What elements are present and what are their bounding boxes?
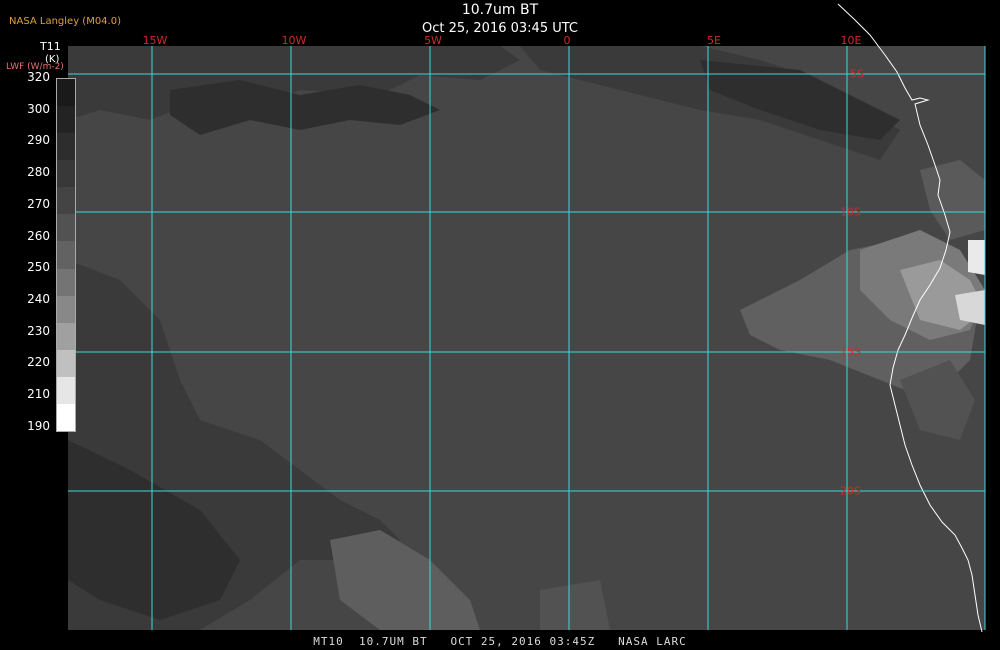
colorbar-tick-label: 280 (27, 165, 50, 180)
colorbar-segment (57, 295, 75, 324)
lon-label: 0 (563, 34, 571, 47)
colorbar-tick-label: 260 (27, 228, 50, 243)
colorbar-tick-label: 190 (27, 418, 50, 433)
lat-label: 20S (840, 484, 861, 498)
map-title: 10.7um BT (461, 2, 539, 18)
colorbar-tick-label: 240 (27, 291, 50, 306)
lon-label: 5W (424, 34, 442, 47)
lon-label: 10E (840, 34, 862, 47)
footer-caption: MT10 10.7UM BT OCT 25, 2016 03:45Z NASA … (313, 635, 687, 648)
lat-label: 5S (850, 67, 864, 81)
lat-label: 10S (840, 205, 861, 219)
colorbar-tick-label: 270 (27, 196, 50, 211)
colorbar-tick-label: 210 (27, 387, 50, 401)
colorbar-segment (57, 268, 75, 297)
colorbar-tick-label: 290 (27, 133, 50, 148)
colorbar-segment (57, 214, 75, 242)
lon-label: 15W (142, 34, 168, 47)
colorbar-segment (57, 403, 75, 432)
lat-label: 15S (840, 345, 861, 359)
colorbar-segment (57, 133, 75, 161)
colorbar-tick-label: 220 (27, 355, 50, 370)
colorbar (56, 78, 76, 432)
colorbar-tick-label: 300 (27, 101, 50, 116)
colorbar-segment (57, 376, 75, 405)
colorbar-segment (57, 160, 75, 188)
colorbar-segment (57, 187, 75, 215)
colorbar-tick-label: 320 (27, 70, 50, 84)
lon-label: 10W (281, 34, 307, 47)
colorbar-tick-label: 230 (27, 323, 50, 338)
colorbar-segment (57, 79, 75, 107)
satellite-map (68, 3, 986, 633)
colorbar-segment (57, 349, 75, 378)
lon-label: 5E (707, 34, 721, 47)
colorbar-tick-label: 250 (27, 260, 50, 275)
colorbar-segment (57, 106, 75, 134)
colorbar-segment (57, 241, 75, 270)
colorbar-segment (57, 322, 75, 351)
colorbar-title: T11 (40, 40, 61, 53)
